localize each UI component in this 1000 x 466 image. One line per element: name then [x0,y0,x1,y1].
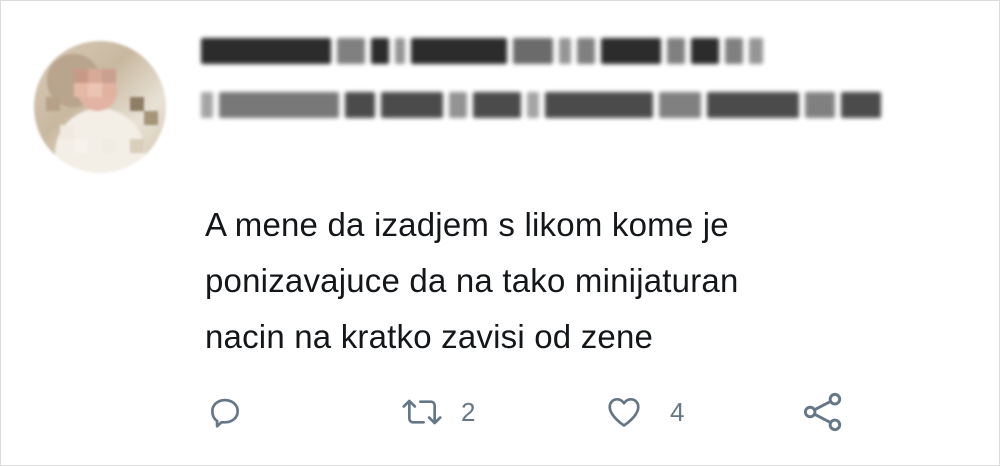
retweet-count: 2 [461,396,476,427]
tweet-text: A mene da izadjem s likom kome je poniza… [205,197,965,365]
tweet-text-line: A mene da izadjem s likom kome je [205,206,729,243]
reply-button[interactable] [206,384,264,440]
reply-context-redacted [201,92,961,118]
retweet-button[interactable]: 2 [399,384,475,440]
share-button[interactable] [801,384,845,440]
avatar[interactable] [34,41,166,173]
reply-icon [210,398,240,428]
heart-icon [608,397,640,427]
like-count: 4 [670,396,685,427]
share-icon [803,392,842,432]
author-name-redacted[interactable] [201,38,961,64]
tweet-actions: 2 4 [1,384,1000,440]
retweet-icon [402,399,442,425]
tweet-text-line: nacin na kratko zavisi od zene [205,318,654,355]
tweet-text-line: ponizavajuce da na tako minijaturan [205,262,739,299]
like-button[interactable]: 4 [604,384,684,440]
tweet-card: A mene da izadjem s likom kome je poniza… [0,0,1000,466]
